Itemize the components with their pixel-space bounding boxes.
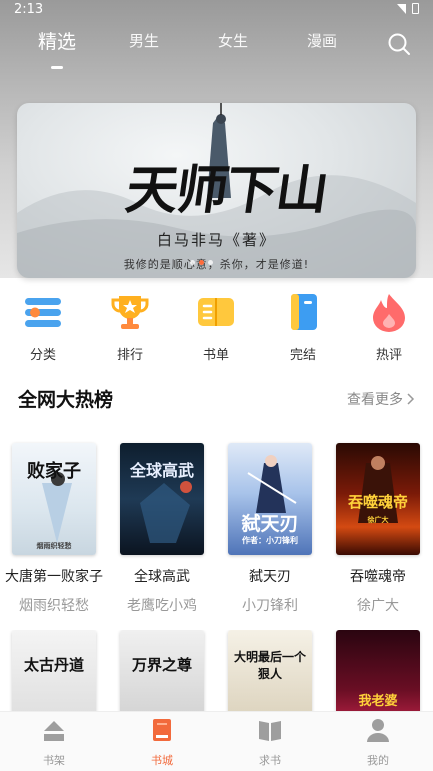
book-card[interactable]: 大明最后一个狠人 [216,630,324,712]
category-classify[interactable]: 分类 [8,292,78,363]
top-tabs: 精选 男生 女生 漫画 [0,27,433,69]
nav-label: 书架 [43,754,65,767]
book-author: 小刀锋利 [242,598,298,614]
category-completed[interactable]: 完结 [268,292,338,363]
view-more-link[interactable]: 查看更多 [347,389,415,409]
book-title: 吞噬魂帝 [350,569,406,585]
category-ranking[interactable]: 排行 [95,292,165,363]
promo-banner[interactable]: 天师下山 白马非马《著》 我修的是顺心意，杀你，才是修道! [17,103,416,278]
banner-title: 天师下山 [122,160,331,221]
nav-label: 求书 [259,754,281,767]
cover-title: 万界之尊 [131,656,192,674]
status-time: 2:13 [14,2,44,17]
book-cover: 大明最后一个狠人 [228,630,312,712]
view-more-label: 查看更多 [347,392,403,408]
nav-label: 书城 [151,754,173,767]
category-label: 分类 [29,348,56,363]
tab-male[interactable]: 男生 [109,30,179,51]
tab-female[interactable]: 女生 [198,30,268,51]
carousel-dot-active [199,260,204,265]
carousel-dot [208,260,213,265]
book-author: 徐广大 [357,598,399,614]
tab-comics[interactable]: 漫画 [287,30,357,51]
search-icon [388,33,410,55]
book-title: 大唐第一败家子 [5,569,103,585]
category-booklist[interactable]: 书单 [181,292,251,363]
cover-title: 吞噬魂帝 [347,493,408,511]
wifi-icon [397,3,406,14]
search-button[interactable] [387,32,411,56]
category-label: 热评 [375,348,402,363]
cover-title: 败家子 [27,461,81,482]
category-label: 完结 [289,348,316,363]
cover-author: 徐广大 [367,516,389,524]
book-cover: 我老婆 [336,630,420,712]
carousel-indicator [190,260,213,265]
cover-author: 作者：小刀锋利 [242,536,298,545]
hot-book-grid-row-2: 太古丹道 万界之尊 大明最后一个狠人 我老婆 [0,630,433,712]
book-card[interactable]: 万界之尊 [108,630,216,712]
nav-bookshelf[interactable]: 书架 [24,717,84,768]
open-book-icon [259,721,281,741]
status-icons [397,3,419,14]
book-title: 全球高武 [134,569,190,585]
book-card[interactable]: 我老婆 [324,630,432,712]
book-card[interactable]: 弑天刃 作者：小刀锋利 弑天刃 小刀锋利 [216,443,324,615]
category-label: 书单 [202,348,229,363]
battery-icon [412,3,419,14]
book-cover: 吞噬魂帝 徐广大 [336,443,420,555]
book-open-icon [198,298,234,326]
user-icon [367,719,389,742]
cover-title: 全球高武 [129,461,194,480]
book-card[interactable]: 全球高武 全球高武 老鹰吃小鸡 [108,443,216,615]
trophy-icon [111,296,149,329]
bottom-navigation: 书架 书城 求书 我的 [0,711,433,771]
category-shortcuts: 分类 排行 书单 完结 热评 [0,292,433,363]
book-author: 烟雨织轻愁 [19,598,89,614]
carousel-dot [190,260,195,265]
cover-author: 烟雨织轻愁 [36,542,72,550]
book-author: 老鹰吃小鸡 [127,598,197,614]
book-cover: 败家子 烟雨织轻愁 [12,443,96,555]
chevron-right-icon [407,393,415,405]
book-cover: 太古丹道 [12,630,96,712]
book-cover: 弑天刃 作者：小刀锋利 [228,443,312,555]
nav-profile[interactable]: 我的 [348,717,408,768]
section-title: 全网大热榜 [18,389,114,411]
book-title: 弑天刃 [249,569,291,585]
bookshelf-icon [44,721,64,741]
category-label: 排行 [116,348,143,363]
active-tab-indicator [51,66,63,69]
book-card[interactable]: 吞噬魂帝 徐广大 吞噬魂帝 徐广大 [324,443,432,615]
list-icon [25,298,61,327]
nav-bookstore[interactable]: 书城 [132,717,192,768]
tab-featured[interactable]: 精选 [22,27,92,54]
category-hot-reviews[interactable]: 热评 [354,292,424,363]
cover-title: 我老婆 [358,694,398,709]
flame-icon [373,294,405,332]
nav-request-book[interactable]: 求书 [240,717,300,768]
banner-author: 白马非马《著》 [156,231,276,249]
bookstore-icon [153,719,171,741]
book-card[interactable]: 太古丹道 [0,630,108,712]
book-icon [291,294,317,330]
status-bar: 2:13 [0,0,433,22]
book-cover: 万界之尊 [120,630,204,712]
book-cover: 全球高武 [120,443,204,555]
book-card[interactable]: 败家子 烟雨织轻愁 大唐第一败家子 烟雨织轻愁 [0,443,108,615]
cover-title: 太古丹道 [23,656,84,674]
cover-title: 大明最后一个狠人 [234,650,307,681]
banner-tagline: 我修的是顺心意，杀你，才是修道! [123,258,310,271]
cover-title: 弑天刃 [241,513,299,535]
nav-label: 我的 [367,754,389,767]
